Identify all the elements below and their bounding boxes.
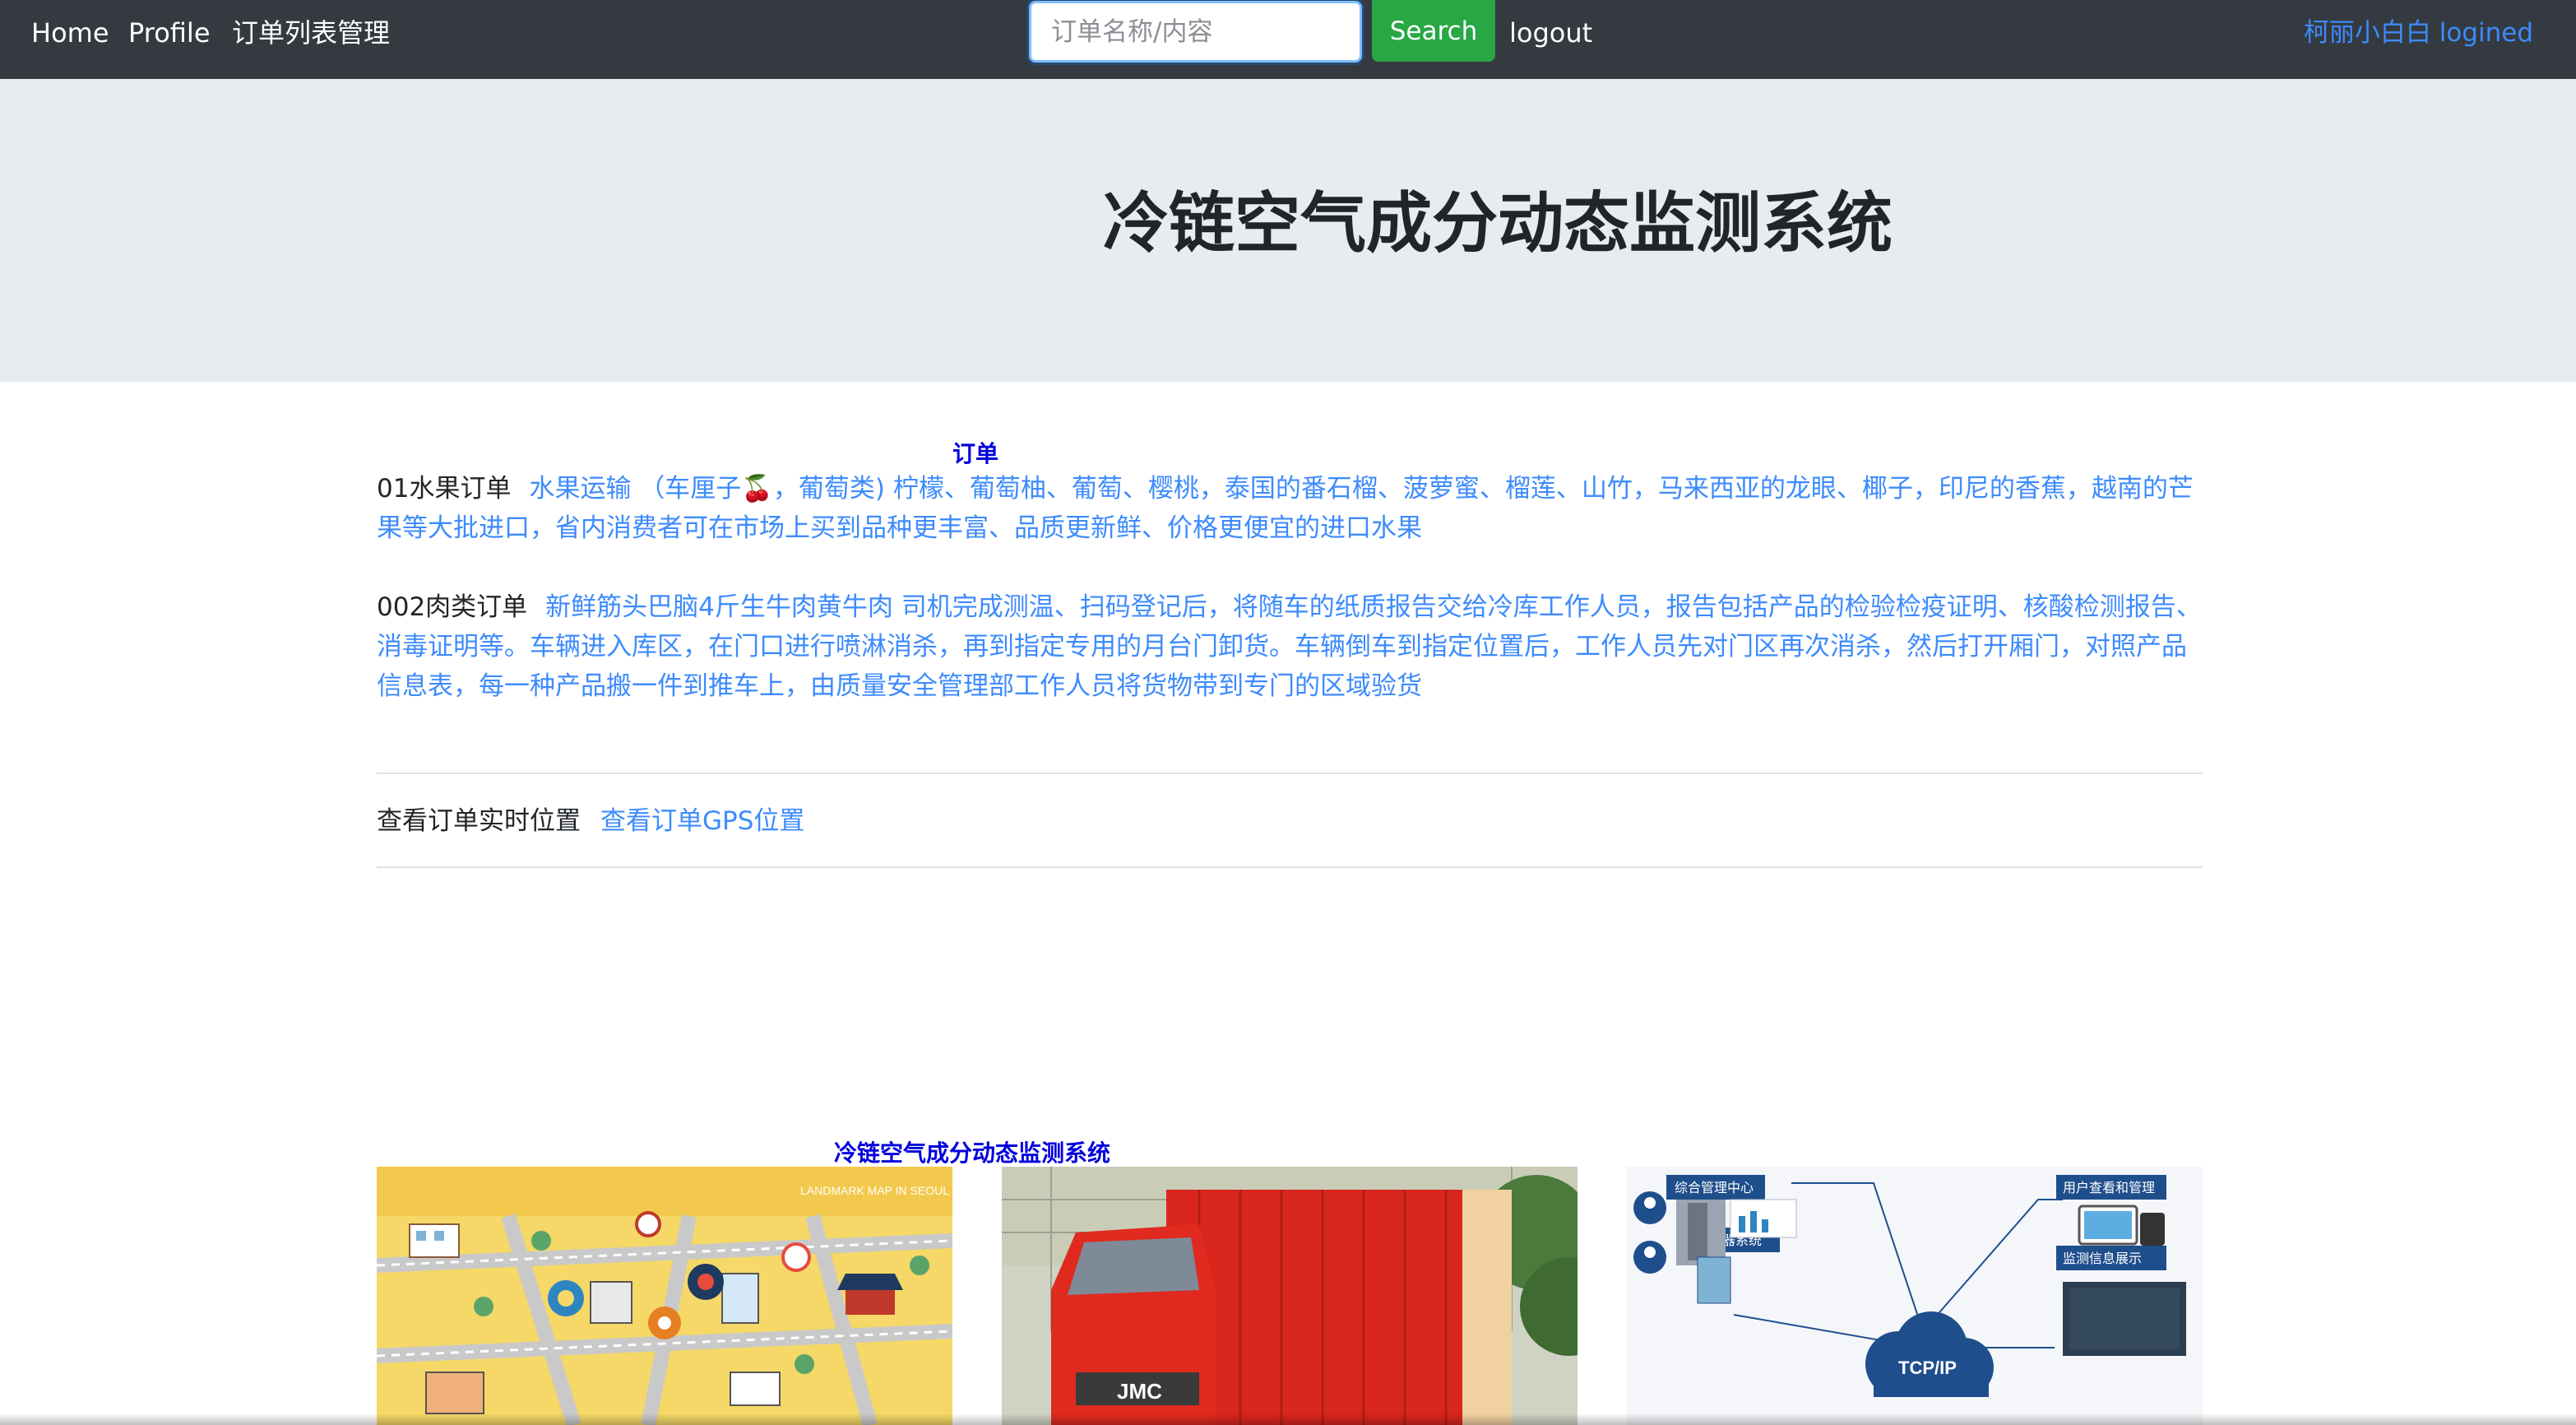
network-diagram: 综合管理中心 服务器系统 用户查看和管理 监测信息展示 TCP/IP [1627, 1167, 2203, 1425]
order-label: 002肉类订单 [377, 592, 528, 622]
truck-brand-text: JMC [1117, 1379, 1162, 1404]
top-navbar: Home Profile 订单列表管理 Search logout 柯丽小白白 … [0, 0, 2576, 79]
tcp-ip-label: TCP/IP [1898, 1358, 1957, 1378]
bottom-shadow [0, 1413, 2576, 1425]
gallery-heading: 冷链空气成分动态监测系统 [834, 1140, 1111, 1167]
order-description-link[interactable]: 水果运输 （车厘子🍒，葡萄类) 柠檬、葡萄柚、葡萄、樱桃，泰国的番石榴、菠萝蜜、… [377, 474, 2194, 543]
monitor-label: 监测信息展示 [2063, 1251, 2142, 1266]
order-description-link[interactable]: 新鲜筋头巴脑4斤生牛肉黄牛肉 司机完成测温、扫码登记后，将随车的纸质报告交给冷库… [377, 592, 2202, 701]
network-diagram-image[interactable]: 综合管理中心 服务器系统 用户查看和管理 监测信息展示 TCP/IP [1627, 1167, 2203, 1425]
divider [377, 866, 2203, 868]
divider [377, 773, 2203, 774]
search-button[interactable]: Search [1372, 0, 1495, 62]
logout-link[interactable]: logout [1509, 15, 1592, 51]
order-label: 01水果订单 [377, 474, 512, 504]
orders-heading: 订单 [952, 440, 999, 467]
map-title: LANDMARK MAP IN SEOUL [800, 1184, 949, 1197]
gps-row: 查看订单实时位置 查看订单GPS位置 [377, 801, 804, 841]
gps-label: 查看订单实时位置 [377, 806, 581, 836]
users-label: 用户查看和管理 [2063, 1180, 2155, 1195]
user-status-link[interactable]: 柯丽小白白 logined [2304, 15, 2533, 51]
seoul-landmark-map-image[interactable]: LANDMARK MAP IN SEOUL [377, 1167, 952, 1425]
map-illustration: LANDMARK MAP IN SEOUL [377, 1167, 952, 1425]
order-item: 01水果订单 水果运输 （车厘子🍒，葡萄类) 柠檬、葡萄柚、葡萄、樱桃，泰国的番石… [377, 469, 2203, 548]
refrigerated-truck-image[interactable]: JMC [1002, 1167, 1578, 1425]
order-item: 002肉类订单 新鲜筋头巴脑4斤生牛肉黄牛肉 司机完成测温、扫码登记后，将随车的纸… [377, 587, 2203, 706]
truck-photo: JMC [1002, 1167, 1578, 1425]
nav-orders-manage-link[interactable]: 订单列表管理 [232, 15, 390, 51]
nav-profile-link[interactable]: Profile [128, 15, 211, 51]
page-title: 冷链空气成分动态监测系统 [1103, 185, 1893, 262]
center-label: 综合管理中心 [1675, 1180, 1754, 1195]
nav-home-link[interactable]: Home [31, 15, 109, 51]
search-input[interactable] [1029, 1, 1362, 63]
gps-location-link[interactable]: 查看订单GPS位置 [600, 806, 804, 836]
